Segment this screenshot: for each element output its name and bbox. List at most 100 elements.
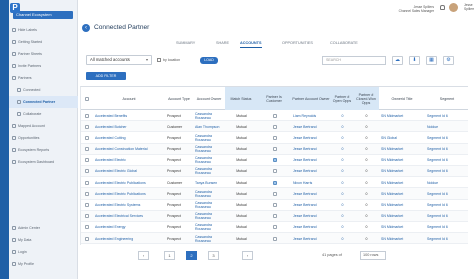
cell-segment[interactable]: Segment Id 6 (427, 222, 468, 233)
cell-open[interactable]: 0 (333, 132, 352, 143)
table-row[interactable]: Accelerated Engineering Prospect Cassandra… (81, 233, 468, 245)
row-checkbox[interactable] (85, 203, 89, 207)
cell-open[interactable]: 0 (333, 200, 352, 211)
row-checkbox[interactable] (85, 236, 89, 241)
table-row[interactable]: Accelerated Electric Systems Prospect Cass… (81, 200, 468, 211)
row-select-cell[interactable] (81, 222, 93, 233)
row-select-cell[interactable] (81, 200, 93, 211)
sidebar-item[interactable]: Opportunities (9, 132, 78, 144)
user-info[interactable]: Jesse Spillers Channel Sales Manager (354, 5, 434, 13)
cell-owner[interactable]: Tanya Bunsen (195, 177, 224, 188)
column-header[interactable]: Ownerid Title (379, 87, 425, 110)
column-header[interactable]: Match Status (225, 87, 257, 110)
cell-powner[interactable]: Jesse Bertrand (293, 188, 330, 199)
cell-title[interactable]: SN Midmarket (381, 233, 424, 244)
cell-account[interactable]: Accelerated Electric Publications (95, 177, 164, 188)
cell-open[interactable]: 0 (333, 110, 352, 121)
column-header[interactable]: Account Owner (193, 87, 225, 110)
cell-powner[interactable]: Jesse Bertrand (293, 200, 330, 211)
cell-title[interactable]: SN Midmarket (381, 222, 424, 233)
cell-account[interactable]: Accelerated Electric (95, 155, 164, 166)
cell-account[interactable]: Accelerated Electric Global (95, 166, 164, 177)
row-checkbox[interactable] (85, 214, 89, 219)
cell-owner[interactable]: Cassandra Rousseau (195, 188, 224, 199)
cell-title[interactable]: SN Midmarket (381, 211, 424, 222)
cell-powner[interactable]: Jesse Bertrand (293, 222, 330, 233)
tab-share[interactable]: SHARE (216, 38, 229, 48)
sidebar-bottom-item[interactable]: Login (9, 246, 78, 258)
cell-account[interactable]: Accelerated Electric Publications (95, 188, 164, 199)
sidebar-item[interactable]: Partner Sheets (9, 48, 78, 60)
prev-page-button[interactable]: ‹ (138, 251, 149, 260)
select-all-checkbox[interactable] (85, 96, 89, 101)
row-select-cell[interactable] (81, 211, 93, 222)
row-checkbox[interactable] (85, 147, 89, 152)
cell-title[interactable]: SN Global (381, 132, 424, 143)
column-header[interactable]: Account (93, 87, 165, 110)
row-select-cell[interactable] (81, 233, 93, 244)
table-row[interactable]: Accelerated Butcher Customer Alan Thompson… (81, 121, 468, 133)
row-checkbox[interactable] (85, 135, 89, 140)
cell-owner[interactable]: Cassandra Rousseau (195, 155, 224, 166)
row-select-cell[interactable] (81, 177, 93, 188)
row-checkbox[interactable] (85, 225, 89, 230)
download-icon[interactable]: ⬇ (409, 56, 420, 65)
row-select-cell[interactable] (81, 155, 93, 166)
sidebar-item[interactable]: Ecosystem Reports (9, 144, 78, 156)
cell-segment[interactable]: Noldue (427, 177, 468, 188)
cell-open[interactable]: 0 (333, 155, 352, 166)
row-select-cell[interactable] (81, 132, 93, 143)
cell-account[interactable]: Accelerated Benefits (95, 110, 164, 121)
table-row[interactable]: Accelerated Energy Prospect Cassandra Rous… (81, 222, 468, 234)
table-row[interactable]: Accelerated Electric Publications Prospec… (81, 188, 468, 200)
table-row[interactable]: Accelerated Electric Publications Custome… (81, 177, 468, 189)
match-filter-select[interactable]: All matched accounts ▾ (86, 55, 152, 65)
page-button[interactable]: 3 (208, 251, 219, 260)
table-row[interactable]: Accelerated Cutting Prospect Cassandra Rou… (81, 132, 468, 144)
cell-account[interactable]: Accelerated Electric Systems (95, 200, 164, 211)
cell-segment[interactable]: Segment Id 6 (427, 211, 468, 222)
sidebar-item[interactable]: Hide Labels (9, 24, 78, 36)
column-header[interactable]: Partner Is Customer (257, 87, 291, 110)
cell-account[interactable]: Accelerated Butcher (95, 121, 164, 132)
cell-powner[interactable]: Jesse Bertrand (293, 211, 330, 222)
avatar[interactable] (449, 3, 458, 12)
cell-powner[interactable]: Jesse Bertrand (293, 132, 330, 143)
cell-owner[interactable]: Cassandra Rousseau (195, 233, 224, 244)
cell-open[interactable]: 0 (333, 121, 352, 132)
sidebar-bottom-item[interactable]: My Data (9, 234, 78, 246)
cell-segment[interactable]: Segment Id 6 (427, 110, 468, 121)
column-header[interactable]: Partner # Closed-Won Opps (353, 87, 379, 110)
tab-summary[interactable]: SUMMARY (176, 38, 195, 48)
cell-open[interactable]: 0 (333, 144, 352, 155)
row-checkbox[interactable] (85, 180, 89, 185)
sidebar-item[interactable]: Invite Partners (9, 60, 78, 72)
cell-owner[interactable]: Cassandra Rousseau (195, 110, 224, 121)
cell-owner[interactable]: Cassandra Rousseau (195, 166, 224, 177)
cell-title[interactable]: SN Midmarket (381, 177, 424, 188)
cell-account[interactable]: Accelerated Electrical Services (95, 211, 164, 222)
cell-title[interactable]: SN Midmarket (381, 200, 424, 211)
cell-owner[interactable]: Cassandra Rousseau (195, 144, 224, 155)
cell-segment[interactable]: Segment Id 6 (427, 132, 468, 143)
sidebar-item[interactable]: Getting Started (9, 36, 78, 48)
row-checkbox[interactable] (85, 169, 89, 174)
row-select-cell[interactable] (81, 121, 93, 132)
cloud-icon[interactable]: ☁ (392, 56, 403, 65)
cell-segment[interactable]: Segment Id 6 (427, 233, 468, 244)
next-page-button[interactable]: › (242, 251, 253, 260)
cell-title[interactable] (381, 121, 424, 132)
cell-powner[interactable]: Jesse Bertrand (293, 233, 330, 244)
cell-powner[interactable]: Liam Reynolds (293, 110, 330, 121)
cell-powner[interactable]: Jesse Bertrand (293, 144, 330, 155)
rows-per-page-select[interactable]: 100 rows (360, 251, 386, 260)
cell-account[interactable]: Accelerated Engineering (95, 233, 164, 244)
cell-account[interactable]: Accelerated Cutting (95, 132, 164, 143)
cell-powner[interactable]: Nixon Harris (293, 177, 330, 188)
back-arrow-icon[interactable]: ‹ (82, 24, 90, 32)
workspace-selector[interactable]: Channel Ecosystem (13, 11, 73, 19)
table-row[interactable]: Accelerated Construction Material Prospec… (81, 143, 468, 155)
sidebar-bottom-item[interactable]: Admin Center (9, 222, 78, 234)
cell-title[interactable]: SN Midmarket (381, 166, 424, 177)
cell-powner[interactable]: Jesse Bertrand (293, 155, 330, 166)
